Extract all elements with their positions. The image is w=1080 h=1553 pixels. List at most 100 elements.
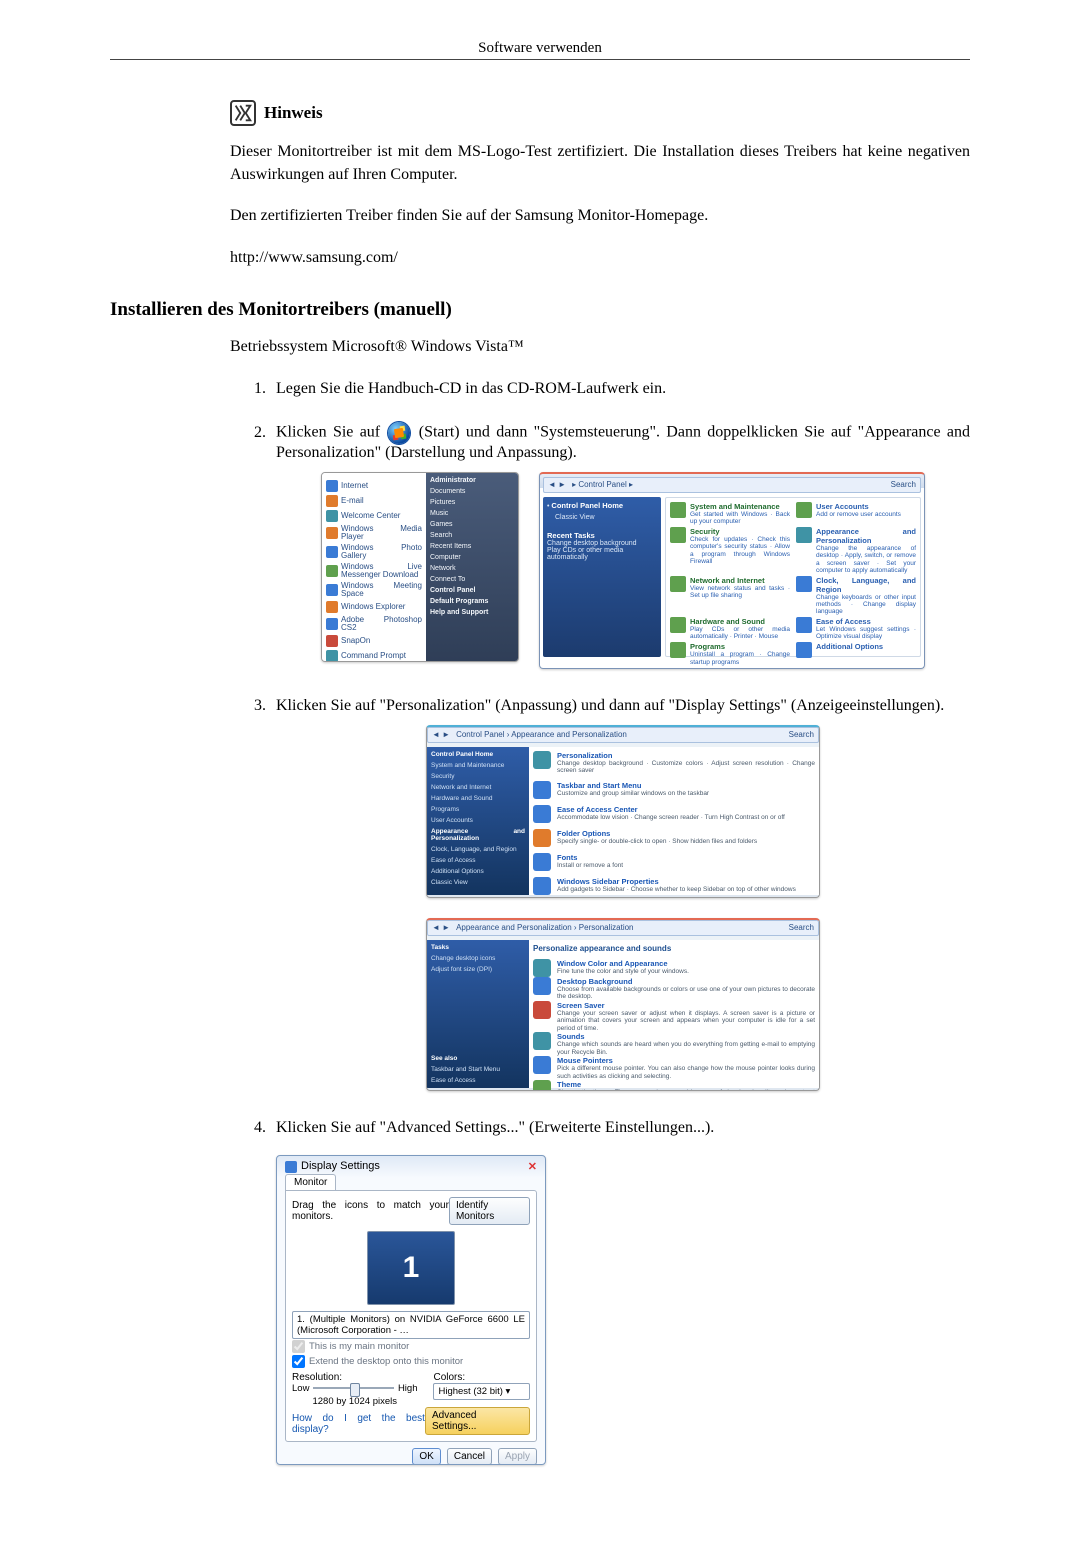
entry-icon [533, 1001, 551, 1019]
ap-entry[interactable]: PersonalizationChange desktop background… [533, 751, 815, 775]
start-item[interactable]: Internet [326, 480, 422, 492]
recent-task[interactable]: Change desktop background [547, 540, 657, 547]
ok-button[interactable]: OK [412, 1448, 440, 1465]
note-icon [230, 100, 256, 126]
pers-entry[interactable]: SoundsChange which sounds are heard when… [533, 1032, 815, 1056]
pers-entries: Personalize appearance and sounds Window… [529, 940, 819, 1088]
screenshot-personalization: ◄ ►Appearance and Personalization › Pers… [426, 918, 820, 1091]
sidebar-link[interactable]: Adjust font size (DPI) [431, 966, 525, 973]
help-link[interactable]: How do I get the best display? [292, 1413, 425, 1435]
tab-monitor[interactable]: Monitor [285, 1174, 336, 1190]
cp-category[interactable]: Appearance and PersonalizationChange the… [796, 527, 916, 574]
start-right-item[interactable]: Recent Items [430, 543, 514, 550]
entry-icon [533, 853, 551, 871]
start-item[interactable]: Windows Photo Gallery [326, 544, 422, 560]
colors-select[interactable]: Highest (32 bit) ▾ [433, 1383, 530, 1400]
ap-entry[interactable]: Taskbar and Start MenuCustomize and grou… [533, 781, 815, 799]
start-item[interactable]: Windows Live Messenger Download [326, 563, 422, 579]
start-right-item[interactable]: Games [430, 521, 514, 528]
sidebar-link[interactable]: Programs [431, 806, 525, 813]
entry-icon [533, 977, 551, 995]
pers-entry[interactable]: Desktop BackgroundChoose from available … [533, 977, 815, 1001]
start-item[interactable]: Adobe Photoshop CS2 [326, 616, 422, 632]
sidebar-link[interactable]: User Accounts [431, 817, 525, 824]
monitor-preview[interactable]: 1 [367, 1231, 455, 1305]
note-url: http://www.samsung.com/ [230, 246, 970, 269]
start-right-item[interactable]: Search [430, 532, 514, 539]
start-right-item[interactable]: Documents [430, 488, 514, 495]
ap-entry[interactable]: Ease of Access CenterAccommodate low vis… [533, 805, 815, 823]
advanced-settings-button[interactable]: Advanced Settings... [425, 1407, 530, 1435]
start-right-item[interactable]: Pictures [430, 499, 514, 506]
cp-category[interactable]: Network and InternetView network status … [670, 576, 790, 615]
pers-entry[interactable]: Mouse PointersPick a different mouse poi… [533, 1056, 815, 1080]
sidebar-link[interactable]: Security [431, 773, 525, 780]
cp-category[interactable]: SecurityCheck for updates · Check this c… [670, 527, 790, 574]
start-item[interactable]: Windows Meeting Space [326, 582, 422, 598]
cp-category[interactable]: Clock, Language, and RegionChange keyboa… [796, 576, 916, 615]
pers-entry[interactable]: Window Color and AppearanceFine tune the… [533, 959, 815, 977]
cp-category[interactable]: System and MaintenanceGet started with W… [670, 502, 790, 525]
sidebar-link[interactable]: Taskbar and Start Menu [431, 1066, 525, 1073]
category-icon [670, 576, 686, 592]
step-1: Legen Sie die Handbuch-CD in das CD-ROM-… [270, 380, 970, 398]
pers-entry[interactable]: Screen SaverChange your screen saver or … [533, 1001, 815, 1032]
app-icon [326, 601, 338, 613]
ap-entry[interactable]: Folder OptionsSpecify single- or double-… [533, 829, 815, 847]
monitor-select[interactable]: 1. (Multiple Monitors) on NVIDIA GeForce… [292, 1311, 530, 1339]
start-right-item[interactable]: Control Panel [430, 587, 514, 594]
ap-entry[interactable]: FontsInstall or remove a font [533, 853, 815, 871]
screenshot-start-menu: Internet E-mail Welcome Center Windows M… [321, 472, 519, 662]
cp-category[interactable]: Hardware and SoundPlay CDs or other medi… [670, 617, 790, 640]
address-bar[interactable]: ◄ ►Control Panel › Appearance and Person… [427, 727, 819, 743]
pers-entry[interactable]: ThemeChange the theme. Themes can change… [533, 1080, 815, 1091]
address-bar[interactable]: ◄ ►Appearance and Personalization › Pers… [427, 920, 819, 936]
start-right-item[interactable]: Computer [430, 554, 514, 561]
sidebar-link[interactable]: Hardware and Sound [431, 795, 525, 802]
apply-button[interactable]: Apply [498, 1448, 537, 1465]
start-right-item[interactable]: Default Programs [430, 598, 514, 605]
recent-task[interactable]: automatically [547, 554, 657, 561]
app-icon [326, 480, 338, 492]
step-3: Klicken Sie auf "Personalization" (Anpas… [270, 697, 970, 1091]
sidebar-link[interactable]: Ease of Access [431, 1077, 525, 1084]
sidebar-link[interactable]: Appearance and Personalization [431, 828, 525, 842]
sidebar-link[interactable]: Network and Internet [431, 784, 525, 791]
app-icon [326, 546, 338, 558]
category-icon [796, 502, 812, 518]
sidebar-link[interactable]: Control Panel Home [431, 751, 525, 758]
sidebar-link[interactable]: System and Maintenance [431, 762, 525, 769]
start-item[interactable]: E-mail [326, 495, 422, 507]
cp-category[interactable]: Additional Options [796, 642, 916, 665]
start-item[interactable]: Windows Media Player [326, 525, 422, 541]
start-right-item[interactable]: Connect To [430, 576, 514, 583]
start-right-item[interactable]: Music [430, 510, 514, 517]
start-item[interactable]: Welcome Center [326, 510, 422, 522]
cp-category[interactable]: ProgramsUninstall a program · Change sta… [670, 642, 790, 665]
start-right-item[interactable]: Network [430, 565, 514, 572]
start-right-item[interactable]: Administrator [430, 477, 514, 484]
entry-icon [533, 751, 551, 769]
sidebar-link[interactable]: Additional Options [431, 868, 525, 875]
start-item[interactable]: Command Prompt [326, 650, 422, 662]
extend-desktop-checkbox[interactable]: Extend the desktop onto this monitor [292, 1355, 530, 1368]
sidebar-link[interactable]: Ease of Access [431, 857, 525, 864]
recent-task[interactable]: Play CDs or other media [547, 547, 657, 554]
resolution-slider[interactable]: Low High [292, 1383, 417, 1394]
sidebar-link[interactable]: Classic View [431, 879, 525, 886]
start-item[interactable]: SnapOn [326, 635, 422, 647]
cp-category[interactable]: User AccountsAdd or remove user accounts [796, 502, 916, 525]
sidebar-link[interactable]: Change desktop icons [431, 955, 525, 962]
ap-entry[interactable]: Windows Sidebar PropertiesAdd gadgets to… [533, 877, 815, 895]
cp-category[interactable]: Ease of AccessLet Windows suggest settin… [796, 617, 916, 640]
main-monitor-checkbox: This is my main monitor [292, 1340, 530, 1353]
sidebar-link[interactable]: Clock, Language, and Region [431, 846, 525, 853]
cancel-button[interactable]: Cancel [447, 1448, 492, 1465]
drag-hint: Drag the icons to match your monitors. [292, 1200, 449, 1222]
start-item[interactable]: Windows Explorer [326, 601, 422, 613]
close-icon[interactable]: ✕ [528, 1160, 537, 1173]
start-right-item[interactable]: Help and Support [430, 609, 514, 616]
identify-monitors-button[interactable]: Identify Monitors [449, 1197, 530, 1225]
category-icon [796, 617, 812, 633]
address-bar[interactable]: ◄ ► ▸ Control Panel ▸ Search [543, 477, 921, 493]
